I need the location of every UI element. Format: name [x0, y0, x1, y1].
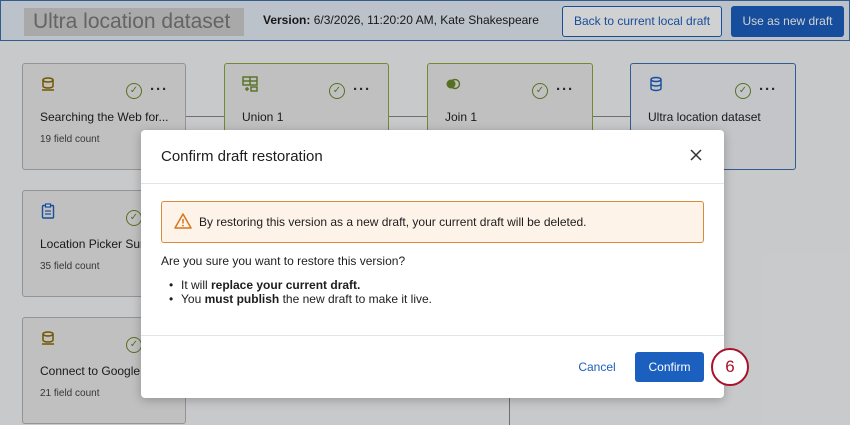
warning-icon: [174, 212, 192, 230]
bullet-text: You: [181, 292, 205, 306]
bullet-bold: replace your current draft.: [211, 278, 361, 292]
bullet-text: It will: [181, 278, 211, 292]
warning-banner: By restoring this version as a new draft…: [161, 201, 704, 243]
dialog-title: Confirm draft restoration: [161, 148, 323, 165]
list-item: It will replace your current draft.: [169, 278, 432, 292]
step-number-badge: 6: [711, 348, 749, 386]
confirm-button[interactable]: Confirm: [635, 352, 704, 382]
divider: [141, 335, 724, 336]
consequence-list: It will replace your current draft. You …: [169, 278, 433, 306]
divider: [141, 183, 724, 184]
confirm-restore-dialog: Confirm draft restoration By restoring t…: [141, 130, 724, 398]
cancel-button[interactable]: Cancel: [572, 352, 622, 382]
warning-text: By restoring this version as a new draft…: [199, 215, 587, 229]
confirm-question: Are you sure you want to restore this ve…: [161, 254, 406, 268]
list-item: You must publish the new draft to make i…: [169, 292, 433, 306]
bullet-text: the new draft to make it live.: [279, 292, 433, 306]
close-icon[interactable]: [687, 146, 705, 164]
bullet-bold: must publish: [204, 292, 280, 306]
